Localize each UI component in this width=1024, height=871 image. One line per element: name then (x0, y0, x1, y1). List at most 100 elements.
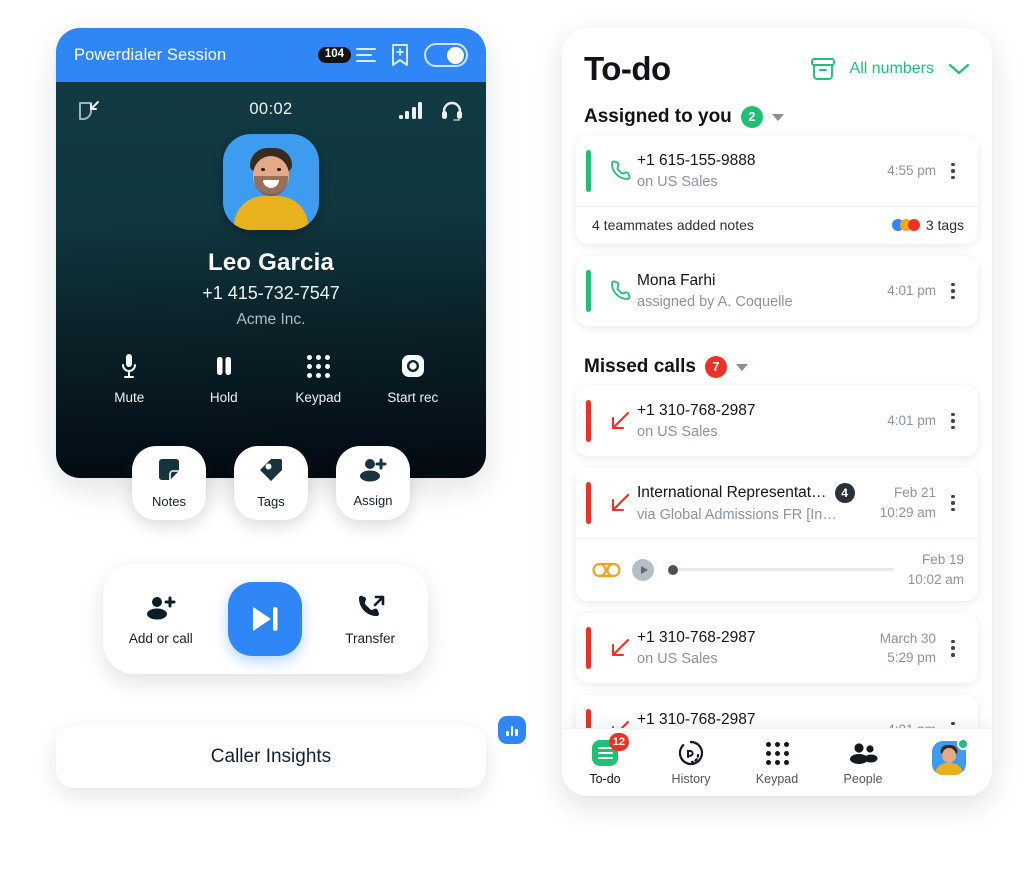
nav-item-keypad[interactable]: Keypad (739, 739, 815, 786)
status-accent-bar (586, 270, 591, 312)
notes-icon (156, 457, 182, 488)
notes-button[interactable]: Notes (132, 446, 206, 520)
assign-label: Assign (353, 493, 393, 508)
history-clock-icon (653, 739, 729, 767)
list-item[interactable]: +1 310-768-2987 on US Sales 4:01 pm (576, 386, 978, 456)
status-accent-bar (586, 482, 591, 524)
missed-call-arrow-icon (603, 410, 637, 432)
missed-call-arrow-icon (603, 492, 637, 514)
nav-label: People (843, 772, 883, 786)
call-controls: Mute Hold Keypad Start rec (56, 329, 486, 405)
powerdialer-call-screen: Powerdialer Session 104 00:02 Leo Garcia… (56, 28, 486, 788)
phone-handset-icon (603, 279, 637, 303)
play-icon[interactable] (632, 558, 654, 581)
tag-color-dots (891, 219, 920, 231)
tags-count-label: 3 tags (925, 217, 964, 233)
archive-box-icon[interactable] (810, 57, 836, 81)
more-options-icon[interactable] (942, 282, 964, 300)
add-or-call-label: Add or call (128, 630, 193, 646)
hold-button[interactable]: Hold (184, 351, 264, 405)
voicemail-date: Feb 19 (921, 552, 964, 567)
status-accent-bar (586, 150, 591, 192)
more-options-icon[interactable] (942, 412, 964, 430)
section-header-missed[interactable]: Missed calls 7 (562, 338, 992, 386)
nav-item-people[interactable]: People (825, 739, 901, 786)
keypad-button[interactable]: Keypad (278, 351, 358, 405)
transfer-label: Transfer (345, 630, 396, 646)
insights-chart-icon[interactable] (498, 716, 526, 744)
more-options-icon[interactable] (942, 162, 964, 180)
microphone-icon (89, 351, 169, 381)
list-item[interactable]: Mona Farhi assigned by A. Coquelle 4:01 … (576, 256, 978, 326)
item-title: International Representat… (637, 484, 827, 501)
item-notes-row[interactable]: 4 teammates added notes 3 tags (576, 206, 978, 244)
section-count-badge: 7 (704, 356, 727, 378)
item-clock: 5:29 pm (887, 650, 936, 666)
caller-name: Leo Garcia (207, 249, 335, 276)
voicemail-clock: 10:02 am (907, 571, 964, 587)
chevron-down-icon[interactable] (948, 62, 970, 76)
mute-button[interactable]: Mute (89, 351, 169, 405)
item-clock: 10:29 am (879, 505, 936, 520)
call-body: 00:02 Leo Garcia +1 415-732-7547 Acme In… (56, 82, 486, 478)
tags-button[interactable]: Tags (234, 446, 308, 520)
page-title: To-do (584, 50, 671, 87)
nav-item-todo[interactable]: 12 To-do (567, 733, 643, 786)
add-or-call-button[interactable]: Add or call (113, 593, 209, 646)
call-topbar: Powerdialer Session 104 (56, 28, 486, 82)
nav-label: Keypad (755, 772, 799, 786)
tags-summary[interactable]: 3 tags (891, 217, 964, 233)
item-time: March 30 5:29 pm (880, 629, 936, 668)
nav-item-history[interactable]: History (653, 739, 729, 786)
list-item[interactable]: +1 310-768-2987 on US Sales March 30 5:2… (576, 613, 978, 684)
all-numbers-filter[interactable]: All numbers (850, 60, 934, 78)
hamburger-menu-icon[interactable] (356, 48, 376, 62)
more-options-icon[interactable] (942, 494, 964, 512)
list-item[interactable]: International Representat… 4 via Global … (576, 468, 978, 602)
more-options-icon[interactable] (942, 639, 964, 657)
notes-summary: 4 teammates added notes (592, 217, 754, 233)
start-rec-button[interactable]: Start rec (373, 351, 453, 405)
session-title: Powerdialer Session (74, 45, 227, 64)
item-title: Mona Farhi (637, 272, 716, 289)
keypad-icon (278, 351, 358, 381)
list-item[interactable]: +1 615-155-9888 on US Sales 4:55 pm 4 te… (576, 136, 978, 244)
session-toggle-switch[interactable] (424, 43, 468, 67)
item-subtitle: on US Sales (637, 174, 718, 190)
voicemail-icon (592, 562, 622, 578)
nav-item-profile[interactable] (911, 737, 987, 779)
item-time: 4:55 pm (887, 163, 936, 179)
phone-handset-icon (603, 159, 637, 183)
caller-insights-panel[interactable]: Caller Insights (56, 726, 486, 788)
transfer-button[interactable]: Transfer (322, 593, 418, 646)
progress-handle (668, 564, 678, 575)
call-action-bar: Add or call Transfer (103, 564, 428, 674)
next-call-button[interactable] (228, 582, 303, 656)
missed-calls-list: +1 310-768-2987 on US Sales 4:01 pm Inte… (562, 386, 992, 766)
item-date: March 30 (879, 630, 936, 646)
mute-label: Mute (114, 390, 145, 405)
item-time: 4:01 pm (887, 283, 936, 299)
item-count-badge: 4 (834, 483, 855, 503)
chevron-down-icon[interactable] (771, 113, 784, 121)
assign-button[interactable]: Assign (336, 446, 410, 520)
missed-call-arrow-icon (603, 637, 637, 659)
tag-icon (258, 457, 284, 488)
section-header-assigned[interactable]: Assigned to you 2 (562, 88, 992, 136)
transfer-call-icon (322, 593, 418, 623)
online-status-dot (957, 737, 969, 750)
assign-user-icon (359, 458, 387, 487)
item-title: +1 310-768-2987 (637, 402, 756, 419)
profile-avatar-icon (932, 737, 969, 780)
caller-avatar-wrap (56, 134, 486, 235)
nav-label: To-do (589, 772, 621, 786)
chevron-down-icon[interactable] (735, 363, 748, 371)
voicemail-progress-track[interactable] (668, 564, 894, 575)
todo-list-icon: 12 (567, 733, 643, 767)
voicemail-player[interactable]: Feb 19 10:02 am (576, 538, 978, 601)
todo-badge: 12 (608, 733, 629, 751)
todo-header-actions: All numbers (810, 57, 970, 81)
bookmark-add-icon[interactable] (390, 43, 410, 67)
todo-screen: To-do All numbers Assigned to you 2 +1 6… (562, 28, 992, 796)
caller-avatar (223, 134, 319, 230)
